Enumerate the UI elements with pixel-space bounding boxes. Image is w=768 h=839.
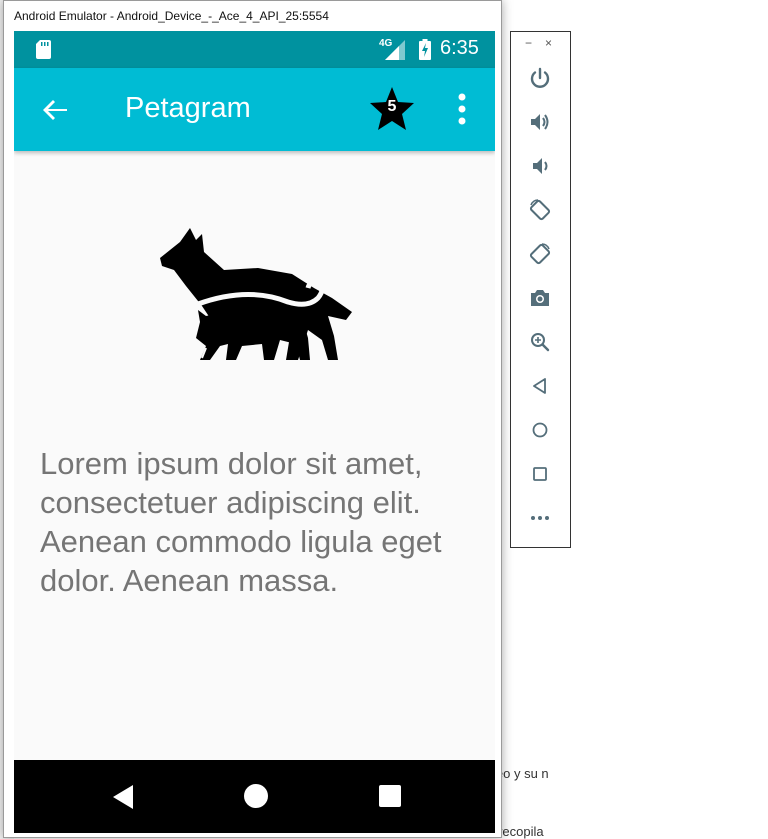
camera-icon[interactable] [528, 286, 552, 310]
status-time: 6:35 [440, 37, 479, 59]
app-title: Petagram [125, 92, 251, 124]
volume-down-icon[interactable] [528, 154, 552, 178]
close-button[interactable]: × [545, 36, 552, 50]
back-arrow-icon[interactable] [40, 94, 72, 126]
sd-card-icon [36, 40, 51, 59]
dog-and-cat-icon [158, 226, 354, 366]
status-bar: 4G 6:35 [14, 31, 495, 68]
nav-back-icon[interactable] [111, 784, 135, 810]
app-bar: Petagram 5 [14, 68, 495, 151]
description-text: Lorem ipsum dolor sit amet, consectetuer… [40, 446, 442, 598]
minimize-button[interactable]: − [525, 36, 532, 50]
nav-home-icon[interactable] [243, 783, 269, 809]
device-screen: 4G 6:35 Petagram 5 Lorem ipsum dolor sit… [14, 31, 495, 833]
volume-up-icon[interactable] [528, 110, 552, 134]
battery-icon [419, 39, 431, 60]
rotate-right-icon[interactable] [528, 242, 552, 266]
overflow-menu-icon[interactable] [454, 92, 470, 126]
emulator-window: Android Emulator - Android_Device_-_Ace_… [3, 0, 502, 838]
favorites-button[interactable]: 5 [369, 86, 415, 132]
more-icon[interactable] [528, 506, 552, 530]
signal-icon: 4G [379, 38, 405, 60]
emulator-side-panel: − × [510, 31, 571, 548]
home-icon[interactable] [528, 418, 552, 442]
navigation-bar [14, 760, 495, 833]
favorites-count: 5 [387, 98, 397, 115]
power-icon[interactable] [528, 66, 552, 90]
zoom-icon[interactable] [528, 330, 552, 354]
nav-overview-icon[interactable] [378, 784, 402, 808]
back-icon[interactable] [528, 374, 552, 398]
window-title: Android Emulator - Android_Device_-_Ace_… [14, 9, 329, 23]
rotate-left-icon[interactable] [528, 198, 552, 222]
overview-icon[interactable] [528, 462, 552, 486]
